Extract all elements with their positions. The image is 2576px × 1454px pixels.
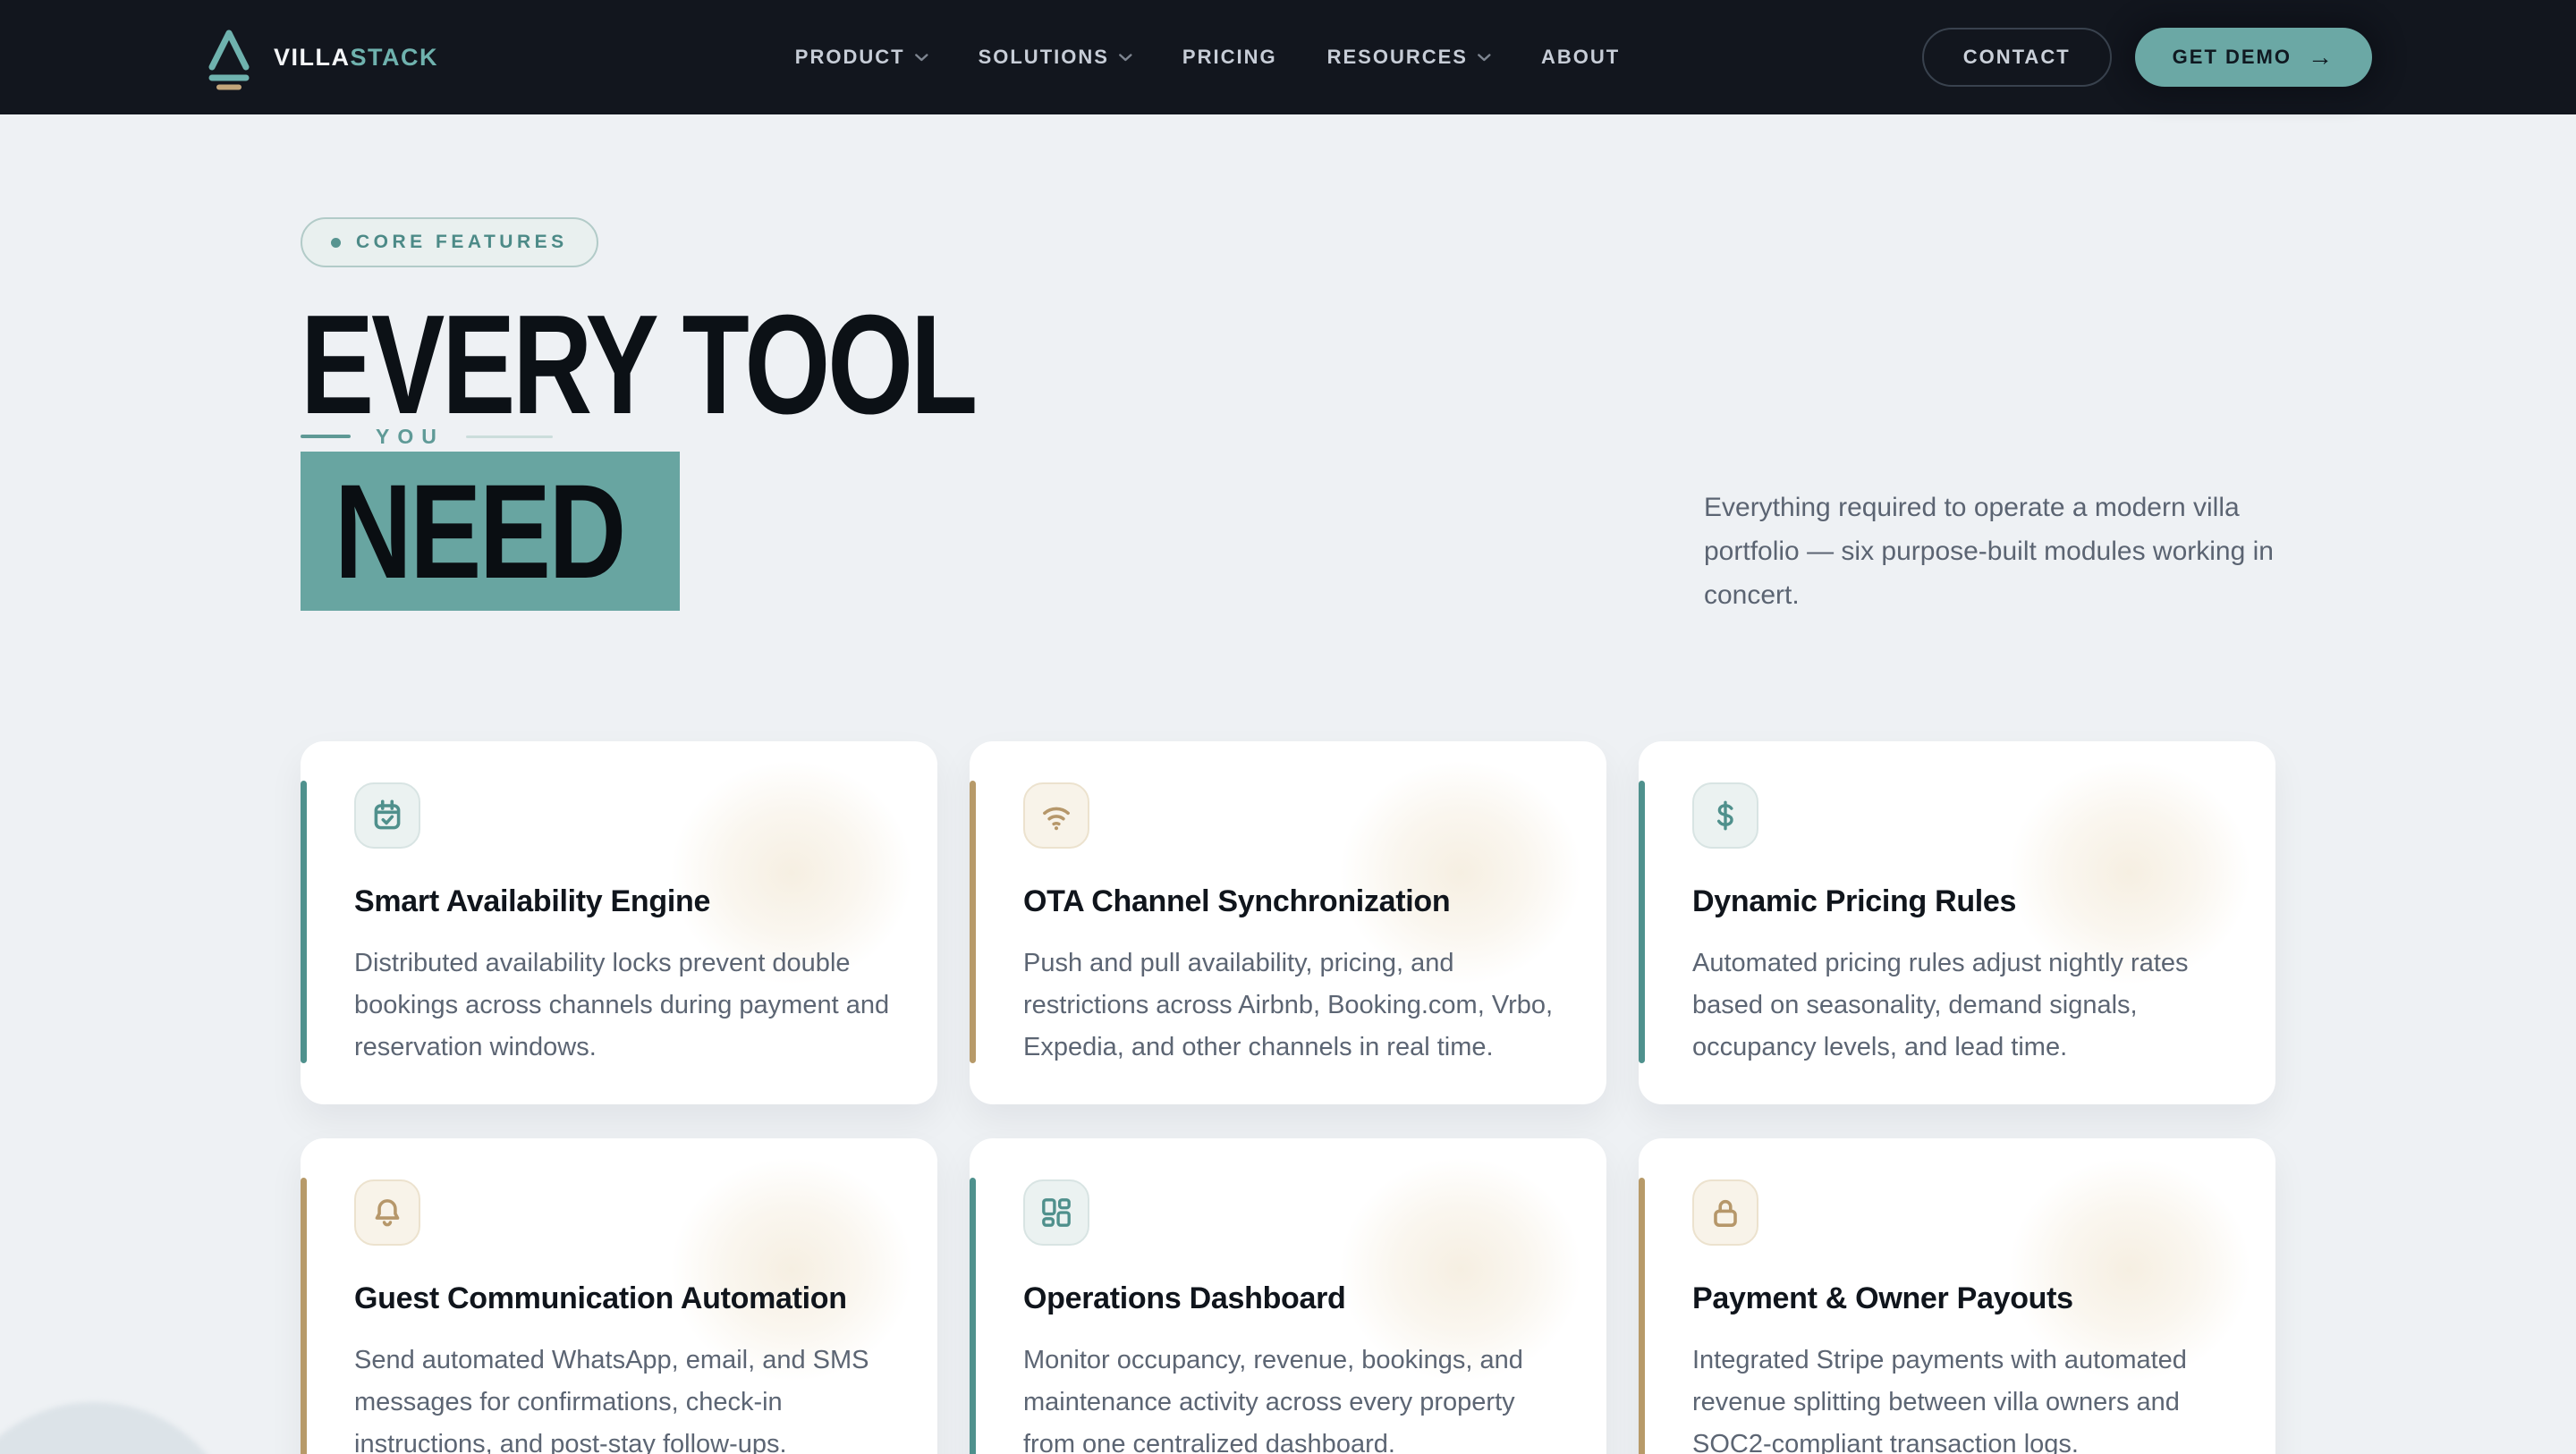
- card-accent-bar: [1639, 781, 1645, 1063]
- feature-icon-tile: [354, 782, 420, 849]
- feature-card: Operations Dashboard Monitor occupancy, …: [970, 1138, 1606, 1454]
- brand-name-secondary: STACK: [351, 44, 439, 71]
- navbar: VILLASTACK PRODUCT SOLUTIONS PRICING RES…: [0, 0, 2576, 114]
- dollar-icon: [1707, 797, 1744, 834]
- brand-name: VILLASTACK: [274, 44, 438, 72]
- main-nav: PRODUCT SOLUTIONS PRICING RESOURCES ABOU…: [795, 46, 1620, 69]
- feature-title: Payment & Owner Payouts: [1692, 1281, 2222, 1316]
- feature-description: Automated pricing rules adjust nightly r…: [1692, 943, 2229, 1069]
- feature-title: Guest Communication Automation: [354, 1281, 884, 1316]
- card-accent-bar: [301, 1178, 307, 1454]
- nav-item-product[interactable]: PRODUCT: [795, 46, 928, 69]
- badge-dot-icon: [331, 238, 341, 248]
- brand-logo-icon: [204, 23, 254, 91]
- section-title-line2: NEED: [301, 452, 680, 611]
- nav-item-about[interactable]: ABOUT: [1541, 46, 1620, 69]
- lock-icon: [1707, 1194, 1744, 1231]
- feature-icon-tile: [354, 1179, 420, 1246]
- feature-icon-tile: [1692, 1179, 1758, 1246]
- bell-icon: [369, 1194, 406, 1231]
- feature-title: OTA Channel Synchronization: [1023, 884, 1553, 919]
- feature-icon-tile: [1023, 782, 1089, 849]
- chevron-down-icon: [915, 54, 928, 62]
- feature-icon-tile: [1692, 782, 1758, 849]
- feature-description: Distributed availability locks prevent d…: [354, 943, 891, 1069]
- card-accent-bar: [301, 781, 307, 1063]
- features-hero: CORE FEATURES EVERY TOOL YOU NEED Everyt…: [301, 114, 2275, 741]
- feature-card: Payment & Owner Payouts Integrated Strip…: [1639, 1138, 2275, 1454]
- feature-card: Guest Communication Automation Send auto…: [301, 1138, 937, 1454]
- contact-button[interactable]: CONTACT: [1922, 28, 2112, 87]
- core-features-badge: CORE FEATURES: [301, 217, 598, 267]
- nav-item-pricing[interactable]: PRICING: [1182, 46, 1277, 69]
- dashboard-grid-icon: [1038, 1194, 1075, 1231]
- card-accent-bar: [970, 1178, 976, 1454]
- nav-item-resources[interactable]: RESOURCES: [1327, 46, 1491, 69]
- main-content: CORE FEATURES EVERY TOOL YOU NEED Everyt…: [0, 114, 2576, 1454]
- nav-item-solutions[interactable]: SOLUTIONS: [979, 46, 1132, 69]
- feature-title: Operations Dashboard: [1023, 1281, 1553, 1316]
- nav-actions: CONTACT GET DEMO →: [1922, 28, 2372, 87]
- feature-icon-tile: [1023, 1179, 1089, 1246]
- get-demo-button[interactable]: GET DEMO →: [2135, 28, 2372, 87]
- wifi-icon: [1038, 797, 1075, 834]
- feature-description: Integrated Stripe payments with automate…: [1692, 1340, 2229, 1454]
- feature-description: Monitor occupancy, revenue, bookings, an…: [1023, 1340, 1560, 1454]
- feature-title: Smart Availability Engine: [354, 884, 884, 919]
- calendar-check-icon: [369, 797, 406, 834]
- feature-card: Dynamic Pricing Rules Automated pricing …: [1639, 741, 2275, 1104]
- section-title-line1: EVERY TOOL: [301, 294, 2275, 435]
- brand-logo[interactable]: VILLASTACK: [204, 23, 438, 91]
- section-description: Everything required to operate a modern …: [1704, 486, 2294, 617]
- arrow-right-icon: →: [2308, 43, 2334, 72]
- feature-description: Send automated WhatsApp, email, and SMS …: [354, 1340, 891, 1454]
- get-demo-label: GET DEMO: [2173, 46, 2292, 69]
- badge-label: CORE FEATURES: [356, 232, 568, 253]
- feature-card: Smart Availability Engine Distributed av…: [301, 741, 937, 1104]
- brand-name-primary: VILLA: [274, 44, 351, 71]
- card-accent-bar: [1639, 1178, 1645, 1454]
- card-accent-bar: [970, 781, 976, 1063]
- feature-cards-grid: Smart Availability Engine Distributed av…: [301, 741, 2275, 1454]
- chevron-down-icon: [1119, 54, 1132, 62]
- feature-card: OTA Channel Synchronization Push and pul…: [970, 741, 1606, 1104]
- chevron-down-icon: [1478, 54, 1491, 62]
- feature-description: Push and pull availability, pricing, and…: [1023, 943, 1560, 1069]
- feature-title: Dynamic Pricing Rules: [1692, 884, 2222, 919]
